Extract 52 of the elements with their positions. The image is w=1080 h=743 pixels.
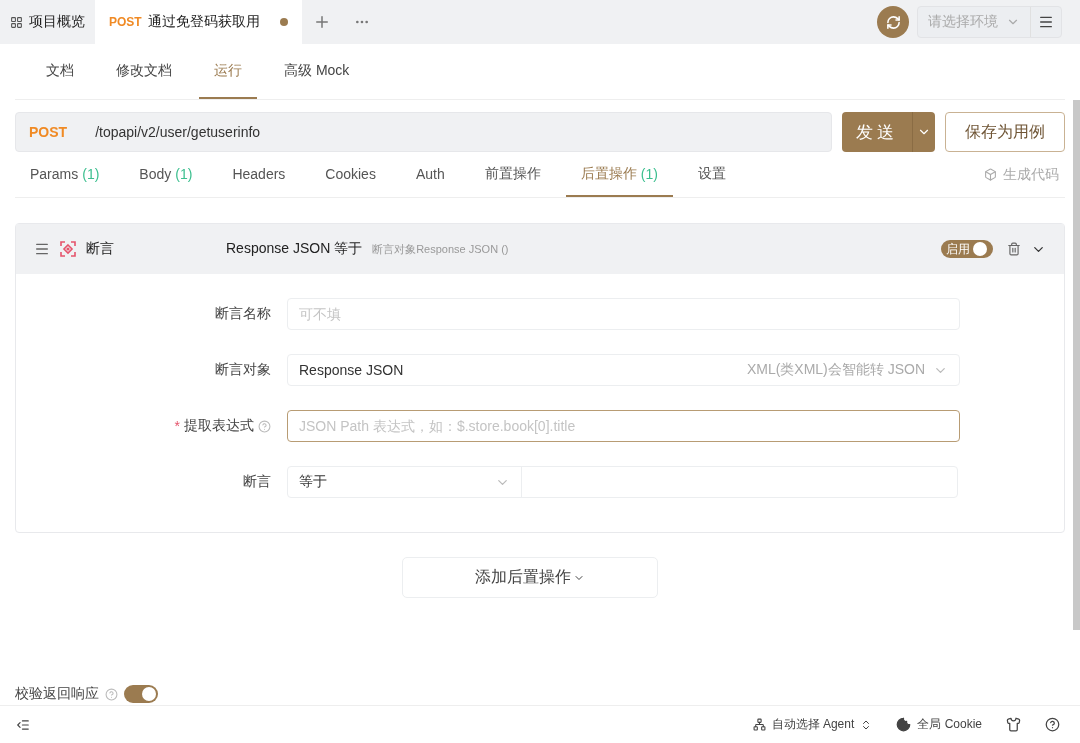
request-tab[interactable]: Cookies — [310, 152, 391, 197]
shirt-icon[interactable] — [1006, 717, 1021, 732]
assertion-summary: Response JSON 等于 — [226, 240, 363, 258]
view-tab[interactable]: 运行 — [199, 44, 257, 99]
request-tab[interactable]: Body (1) — [124, 152, 208, 197]
cube-icon — [984, 168, 997, 181]
request-tab[interactable]: 前置操作 — [469, 152, 556, 197]
request-tab[interactable]: Params (1) — [15, 152, 115, 197]
tab-title: 通过免登码获取用 — [147, 13, 260, 31]
scrollbar[interactable] — [1073, 100, 1080, 630]
field-label: 提取表达式 — [184, 417, 254, 435]
save-case-button[interactable]: 保存为用例 — [945, 112, 1065, 152]
method-label: POST — [29, 124, 68, 140]
sync-button[interactable] — [877, 6, 909, 38]
global-cookie-button[interactable]: 全局 Cookie — [896, 716, 982, 733]
cookie-icon — [896, 717, 912, 732]
request-tab[interactable]: 后置操作 (1) — [565, 152, 673, 197]
target-icon — [60, 241, 76, 257]
field-label: 断言名称 — [215, 305, 271, 323]
text-field[interactable]: JSON Path 表达式，如：$.store.book[0].title — [287, 410, 960, 442]
menu-icon — [1038, 14, 1054, 30]
drag-handle-icon[interactable] — [34, 241, 50, 257]
request-tab[interactable]: Auth — [400, 152, 460, 197]
network-icon — [752, 718, 766, 731]
assertion-detail: 断言对象Response JSON () — [372, 241, 509, 257]
validate-response-label: 校验返回响应 — [15, 685, 99, 703]
url-field[interactable]: POST /topapi/v2/user/getuserinfo — [15, 112, 832, 152]
delete-icon[interactable] — [1007, 242, 1021, 256]
agent-selector[interactable]: 自动选择 Agent — [752, 716, 873, 733]
view-tab[interactable]: 文档 — [31, 44, 89, 99]
request-tab[interactable]: 设置 — [682, 152, 741, 197]
sync-icon — [885, 14, 901, 30]
select-field[interactable]: Response JSON XML(类XML)会智能转 JSON — [287, 354, 960, 386]
request-tab[interactable]: Headers — [217, 152, 301, 197]
tab-title: 项目概览 — [29, 13, 85, 31]
enable-toggle[interactable]: 启用 — [941, 240, 993, 258]
view-tab[interactable]: 修改文档 — [101, 44, 187, 99]
top-tab[interactable]: POST 通过免登码获取用 — [95, 0, 302, 44]
top-tab[interactable]: 项目概览 — [0, 0, 95, 44]
compare-field[interactable]: 等于 — [287, 466, 958, 498]
field-label: 断言对象 — [215, 361, 271, 379]
validate-toggle[interactable] — [124, 685, 158, 703]
help-icon[interactable] — [1045, 717, 1060, 732]
required-mark: * — [174, 418, 180, 434]
method-label: POST — [109, 15, 142, 29]
url-text: /topapi/v2/user/getuserinfo — [95, 124, 261, 140]
operation-type: 断言 — [86, 240, 115, 258]
add-post-operation-button[interactable]: 添加后置操作 — [402, 557, 658, 598]
grid-icon — [10, 15, 23, 29]
collapse-sidebar-icon[interactable] — [16, 717, 30, 732]
view-tab[interactable]: 高级 Mock — [269, 44, 365, 99]
field-label: 断言 — [243, 473, 271, 491]
